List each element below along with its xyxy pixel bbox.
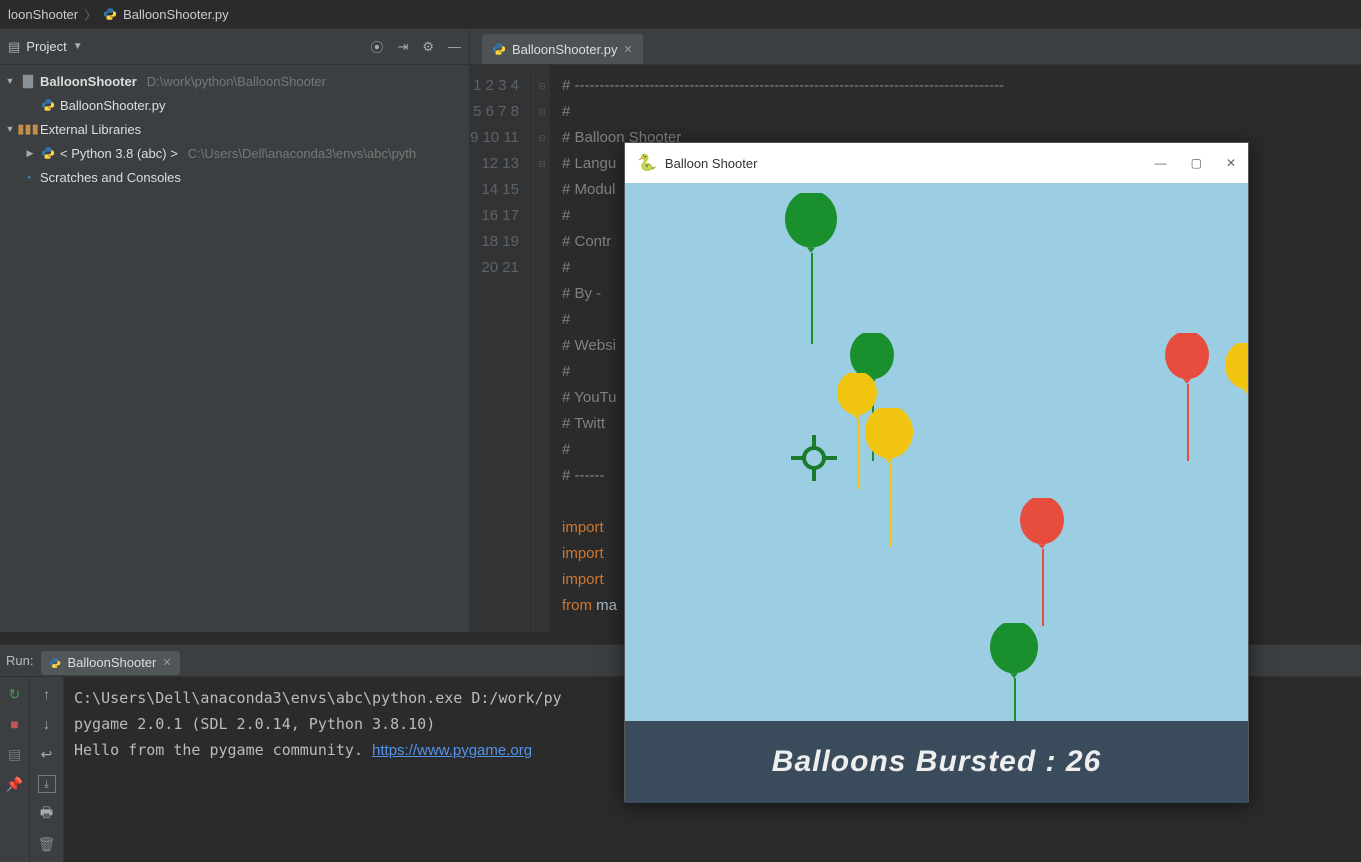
game-canvas[interactable] [625, 183, 1248, 721]
gutter: 1 2 3 4 5 6 7 8 9 10 11 12 13 14 15 16 1… [470, 65, 534, 632]
tab-label: BalloonShooter.py [512, 42, 618, 57]
game-title: Balloon Shooter [665, 156, 758, 171]
breadcrumb-file[interactable]: BalloonShooter.py [123, 7, 229, 22]
chevron-right-icon[interactable]: ▶ [24, 148, 36, 159]
run-panel-title: Run: [6, 653, 33, 668]
breadcrumb: loonShooter 〉 BalloonShooter.py [0, 0, 1361, 28]
pygame-icon: 🐍 [637, 153, 657, 173]
python-icon [40, 97, 56, 113]
scratches-icon: ◔ [20, 169, 36, 185]
balloon[interactable] [1165, 333, 1209, 386]
run-toolbar-secondary: ↑ ↓ ↩ ⤓ 🖶 🗑 [30, 677, 64, 862]
scroll-to-end-icon[interactable]: ⤓ [38, 775, 56, 793]
trash-icon[interactable]: 🗑 [38, 835, 56, 853]
libraries-icon: ▮▮▮ [20, 121, 36, 137]
python-icon [492, 42, 506, 56]
python-icon [103, 7, 117, 21]
minimize-icon[interactable]: — [1155, 156, 1167, 170]
game-window: 🐍 Balloon Shooter — ▢ ✕ Balloons Bursted… [624, 142, 1249, 802]
chevron-right-icon: 〉 [84, 5, 97, 24]
gear-icon[interactable]: ⚙ [422, 39, 434, 55]
close-icon[interactable]: ✕ [162, 656, 171, 669]
chevron-down-icon[interactable]: ▼ [73, 41, 83, 52]
close-icon[interactable]: ✕ [1226, 156, 1236, 170]
run-tab[interactable]: BalloonShooter ✕ [41, 651, 179, 675]
tree-scratches[interactable]: ◔ Scratches and Consoles [0, 165, 469, 189]
python-icon [40, 145, 56, 161]
tree-path: C:\Users\Dell\anaconda3\envs\abc\pyth [188, 146, 416, 161]
tree-label: External Libraries [40, 122, 141, 137]
score-label: Balloons Bursted : [772, 745, 1057, 779]
tree-python-env[interactable]: ▶ < Python 3.8 (abc) > C:\Users\Dell\ana… [0, 141, 469, 165]
collapse-icon[interactable]: ⇥ [397, 39, 408, 55]
folder-icon: ▇ [20, 73, 36, 89]
balloon[interactable] [865, 408, 913, 466]
layout-icon[interactable]: ▤ [6, 745, 24, 763]
balloon[interactable] [990, 623, 1038, 681]
rerun-icon[interactable]: ↻ [6, 685, 24, 703]
tree-label: Scratches and Consoles [40, 170, 181, 185]
tree-file[interactable]: BalloonShooter.py [0, 93, 469, 117]
breadcrumb-project[interactable]: loonShooter [8, 7, 78, 22]
tree-label: BalloonShooter.py [60, 98, 166, 113]
project-view-icon: ▤ [8, 39, 20, 55]
print-icon[interactable]: 🖶 [38, 805, 56, 823]
project-sidebar: ▤ Project ▼ ⦿ ⇥ ⚙ — ▼ ▇ BalloonShooter D… [0, 29, 470, 632]
chevron-down-icon[interactable]: ▼ [4, 76, 16, 86]
maximize-icon[interactable]: ▢ [1191, 156, 1202, 170]
run-toolbar-primary: ↻ ■ ▤ 📌 [0, 677, 30, 862]
sidebar-header: ▤ Project ▼ ⦿ ⇥ ⚙ — [0, 29, 469, 65]
balloon[interactable] [1020, 498, 1064, 551]
tree-label: BalloonShooter [40, 74, 137, 89]
editor-tabs: BalloonShooter.py ✕ [470, 29, 1361, 65]
run-tab-label: BalloonShooter [67, 655, 156, 670]
stop-icon[interactable]: ■ [6, 715, 24, 733]
sidebar-title[interactable]: Project [26, 39, 66, 54]
balloon[interactable] [785, 193, 837, 255]
tree-path: D:\work\python\BalloonShooter [147, 74, 326, 89]
score-value: 26 [1066, 745, 1101, 779]
pin-icon[interactable]: 📌 [6, 775, 24, 793]
tree-external[interactable]: ▼ ▮▮▮ External Libraries [0, 117, 469, 141]
game-score-bar: Balloons Bursted : 26 [625, 721, 1248, 803]
up-icon[interactable]: ↑ [38, 685, 56, 703]
project-tree[interactable]: ▼ ▇ BalloonShooter D:\work\python\Balloo… [0, 65, 469, 632]
fold-gutter: ⊟ ⊟ ⊟ ⊟ [534, 65, 550, 632]
game-titlebar[interactable]: 🐍 Balloon Shooter — ▢ ✕ [625, 143, 1248, 183]
locate-icon[interactable]: ⦿ [370, 37, 383, 56]
hide-icon[interactable]: — [448, 39, 461, 54]
soft-wrap-icon[interactable]: ↩ [38, 745, 56, 763]
editor-tab[interactable]: BalloonShooter.py ✕ [482, 34, 643, 64]
tree-root[interactable]: ▼ ▇ BalloonShooter D:\work\python\Balloo… [0, 69, 469, 93]
python-icon [49, 657, 61, 669]
tree-label: < Python 3.8 (abc) > [60, 146, 178, 161]
close-icon[interactable]: ✕ [624, 43, 633, 56]
balloon[interactable] [1225, 343, 1248, 396]
chevron-down-icon[interactable]: ▼ [4, 124, 16, 134]
down-icon[interactable]: ↓ [38, 715, 56, 733]
crosshair[interactable] [789, 433, 839, 483]
